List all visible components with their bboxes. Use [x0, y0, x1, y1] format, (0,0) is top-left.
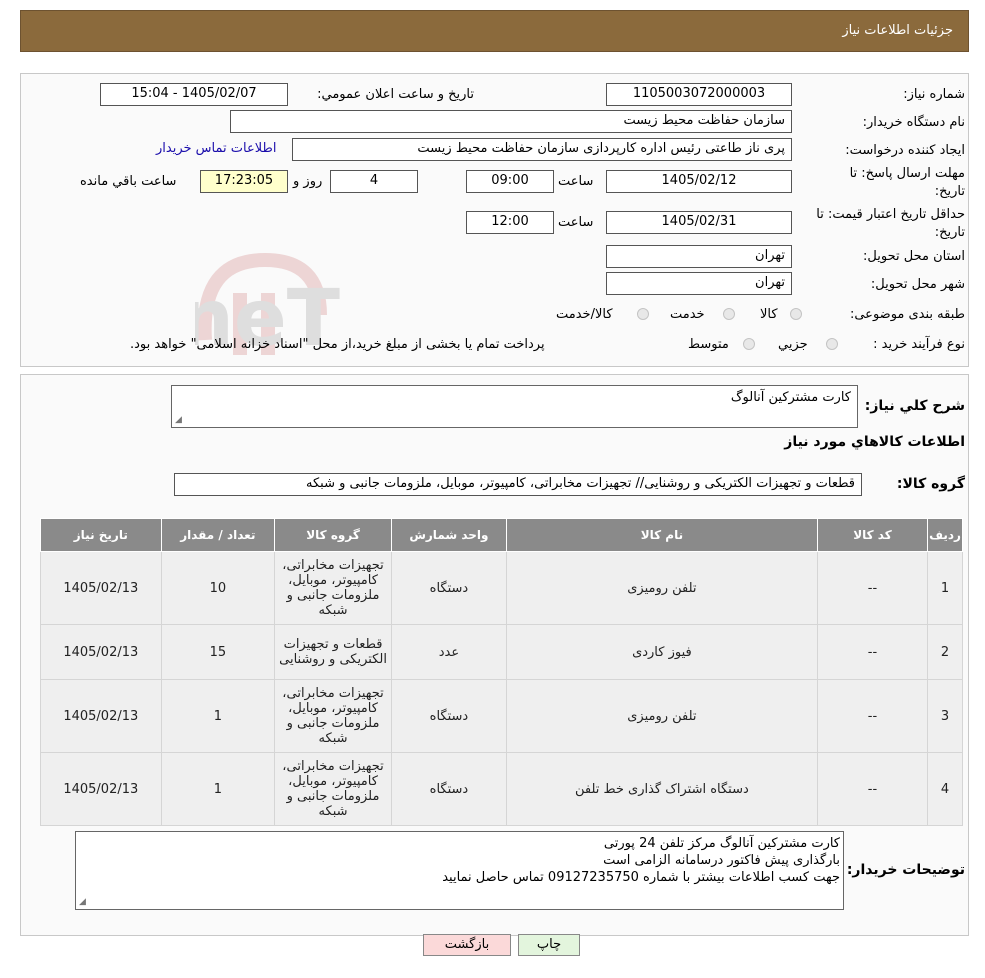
table-row: 3 -- تلفن رومیزی دستگاه تجهیزات مخابراتی… [40, 679, 963, 753]
remaining-label: ساعت باقي مانده [80, 174, 177, 189]
process-radio-minor[interactable] [826, 338, 838, 350]
col-header-goods-code: کد کالا [816, 518, 929, 552]
days-remaining-field: 4 [330, 170, 418, 193]
cell-goods-group: تجهیزات مخابراتی، کامپیوتر، موبایل، ملزو… [274, 551, 392, 625]
process-option-minor: جزیي [778, 337, 808, 352]
validity-date-field: 1405/02/31 [606, 211, 792, 234]
announce-label: تاریخ و ساعت اعلان عمومي: [317, 87, 474, 102]
general-description-field: کارت مشترکین آنالوگ ◢ [171, 385, 858, 428]
cell-goods-group: تجهیزات مخابراتی، کامپیوتر، موبایل، ملزو… [274, 679, 392, 753]
table-row: 1 -- تلفن رومیزی دستگاه تجهیزات مخابراتی… [40, 551, 963, 625]
cell-row-number: 1 [927, 551, 963, 625]
col-header-quantity: تعداد / مقدار [160, 518, 276, 552]
resize-grip-icon: ◢ [175, 415, 182, 425]
days-label: روز و [293, 174, 323, 189]
cell-goods-code: -- [816, 752, 929, 826]
back-button[interactable]: بازگشت [423, 934, 511, 956]
province-label: استان محل تحویل: [863, 249, 965, 264]
cell-row-number: 3 [927, 679, 963, 753]
category-label: طبقه بندی موضوعی: [849, 307, 965, 322]
deadline-label: مهلت ارسال پاسخ: تا [849, 166, 965, 181]
cell-goods-group: قطعات و تجهیزات الکتریکی و روشنایی [274, 624, 392, 680]
cell-need-date: 1405/02/13 [40, 624, 162, 680]
category-radio-goods-service[interactable] [637, 308, 649, 320]
general-description-label: شرح کلي نیاز: [864, 398, 965, 414]
goods-table: ردیف کد کالا نام کالا واحد شمارش گروه کا… [40, 518, 963, 826]
category-option-service: خدمت [670, 307, 705, 322]
city-label: شهر محل تحویل: [870, 277, 965, 292]
category-option-goods-service: کالا/خدمت [556, 307, 613, 322]
validity-label: حداقل تاریخ اعتبار قیمت: تا [816, 207, 965, 222]
col-header-unit: واحد شمارش [391, 518, 507, 552]
process-radio-medium[interactable] [743, 338, 755, 350]
deadline-time-label: ساعت [558, 174, 594, 189]
cell-quantity: 1 [160, 752, 276, 826]
cell-goods-group: تجهیزات مخابراتی، کامپیوتر، موبایل، ملزو… [274, 752, 392, 826]
goods-info-title: اطلاعات کالاهاي مورد نیاز [784, 434, 965, 450]
validity-time-field: 12:00 [466, 211, 554, 234]
buyer-note-line: بارگذاری پیش فاکتور درسامانه الزامی است [603, 853, 840, 868]
general-description-text: کارت مشترکین آنالوگ [730, 390, 851, 405]
col-header-goods-name: نام کالا [505, 518, 818, 552]
page-header: جزئیات اطلاعات نیاز [20, 10, 969, 52]
cell-unit: دستگاه [391, 679, 507, 753]
cell-unit: دستگاه [391, 752, 507, 826]
cell-row-number: 4 [927, 752, 963, 826]
cell-need-date: 1405/02/13 [40, 752, 162, 826]
city-field: تهران [606, 272, 792, 295]
table-row: 4 -- دستگاه اشتراک گذاری خط تلفن دستگاه … [40, 752, 963, 826]
process-label: نوع فرآیند خرید : [873, 337, 965, 352]
col-header-need-date: تاریخ نیاز [40, 518, 162, 552]
table-row: 2 -- فیوز کاردی عدد قطعات و تجهیزات الکت… [40, 624, 963, 680]
deadline-date-field: 1405/02/12 [606, 170, 792, 193]
cell-goods-code: -- [816, 551, 929, 625]
print-button[interactable]: چاپ [518, 934, 580, 956]
buyer-note-line: جهت کسب اطلاعات بیشتر با شماره 091272357… [442, 870, 840, 885]
goods-group-label: گروه کالا: [896, 476, 965, 492]
cell-goods-name: دستگاه اشتراک گذاری خط تلفن [505, 752, 818, 826]
requester-field: پری ناز طاعتی رئیس اداره کارپردازی سازما… [292, 138, 792, 161]
table-header-row: ردیف کد کالا نام کالا واحد شمارش گروه کا… [40, 518, 963, 552]
category-radio-goods[interactable] [790, 308, 802, 320]
validity-time-label: ساعت [558, 215, 594, 230]
cell-goods-code: -- [816, 624, 929, 680]
deadline-label-2: تاریخ: [934, 184, 965, 199]
deadline-time-field: 09:00 [466, 170, 554, 193]
need-number-label: شماره نیاز: [903, 87, 965, 102]
category-radio-service[interactable] [723, 308, 735, 320]
need-number-field: 1105003072000003 [606, 83, 792, 106]
cell-unit: عدد [391, 624, 507, 680]
goods-group-field: قطعات و تجهیزات الکتریکی و روشنایی// تجه… [174, 473, 862, 496]
cell-row-number: 2 [927, 624, 963, 680]
page-title: جزئیات اطلاعات نیاز [842, 23, 953, 38]
col-header-row-number: ردیف [927, 518, 963, 552]
cell-need-date: 1405/02/13 [40, 551, 162, 625]
col-header-goods-group: گروه کالا [274, 518, 392, 552]
buyer-org-field: سازمان حفاظت محیط زیست [230, 110, 792, 133]
province-field: تهران [606, 245, 792, 268]
buyer-note-line: کارت مشترکین آنالوگ مرکز تلفن 24 پورتی [603, 836, 840, 851]
cell-quantity: 10 [160, 551, 276, 625]
buyer-org-label: نام دستگاه خریدار: [862, 115, 965, 130]
cell-quantity: 1 [160, 679, 276, 753]
process-option-medium: متوسط [688, 337, 729, 352]
countdown-timer: 17:23:05 [200, 170, 288, 193]
validity-label-2: تاریخ: [934, 225, 965, 240]
requester-label: ایجاد کننده درخواست: [845, 143, 965, 158]
process-payment-note: پرداخت تمام یا بخشی از مبلغ خرید،از محل … [130, 337, 545, 352]
buyer-contact-link[interactable]: اطلاعات تماس خریدار [156, 141, 276, 156]
cell-need-date: 1405/02/13 [40, 679, 162, 753]
cell-goods-name: تلفن رومیزی [505, 551, 818, 625]
buyer-notes-label: توضیحات خریدار: [846, 862, 965, 878]
cell-goods-name: فیوز کاردی [505, 624, 818, 680]
buyer-notes-field: کارت مشترکین آنالوگ مرکز تلفن 24 پورتی ب… [75, 831, 844, 910]
cell-goods-code: -- [816, 679, 929, 753]
announce-field: 1405/02/07 - 15:04 [100, 83, 288, 106]
category-option-goods: کالا [760, 307, 778, 322]
cell-quantity: 15 [160, 624, 276, 680]
cell-unit: دستگاه [391, 551, 507, 625]
resize-grip-icon: ◢ [79, 897, 86, 907]
cell-goods-name: تلفن رومیزی [505, 679, 818, 753]
